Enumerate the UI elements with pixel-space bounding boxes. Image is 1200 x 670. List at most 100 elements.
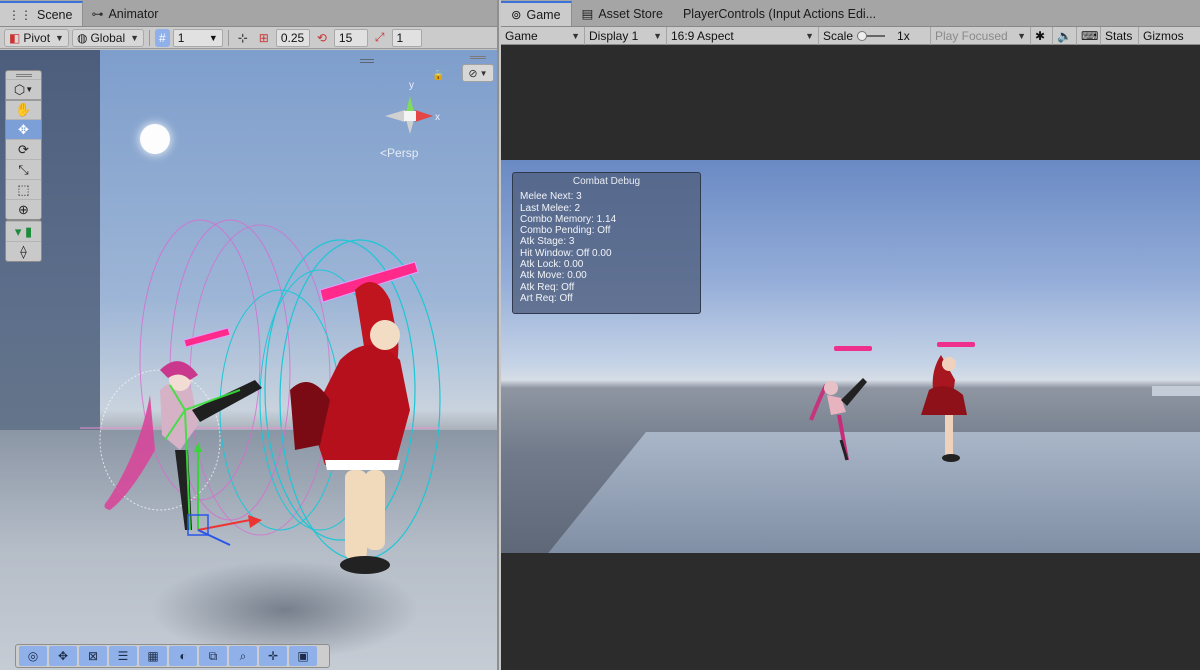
game-toolbar: Game ▼ Display 1 ▼ 16:9 Aspect ▼ Scale 1… — [501, 26, 1200, 45]
enemy-character — [921, 355, 967, 462]
scale-snap-icon[interactable]: ⤢ — [371, 29, 389, 47]
custom-tools: ▾ ▮ ⟠ — [5, 220, 42, 262]
tab-game[interactable]: ⊚ Game — [501, 1, 572, 26]
axis-y-label: y — [409, 80, 414, 91]
toolbar-grip[interactable] — [6, 71, 41, 79]
audio-icon[interactable]: 🔈 — [1053, 26, 1077, 45]
display-dropdown[interactable]: Display 1 ▼ — [585, 26, 667, 45]
custom-tool-button[interactable]: ▾ ▮ — [6, 221, 41, 241]
layers-icon[interactable]: ⧉ — [199, 646, 227, 666]
toolbar-grip[interactable] — [458, 52, 498, 62]
rotate-icon: ⟳ — [18, 141, 29, 157]
chevron-down-icon: ▼ — [55, 32, 64, 43]
rotate-snap-icon[interactable]: ⟲ — [313, 29, 331, 47]
stats-button[interactable]: Stats — [1101, 26, 1139, 45]
shading-icon[interactable]: ◐ — [169, 646, 197, 666]
gizmos-button[interactable]: Gizmos — [1139, 27, 1188, 45]
global-dropdown[interactable]: ◍ Global ▼ — [71, 28, 145, 47]
scale-slider-knob[interactable] — [857, 30, 868, 41]
game-mode-dropdown[interactable]: Game ▼ — [501, 26, 585, 45]
debug-line: Art Req: Off — [520, 292, 573, 304]
transform-tools: ⬡ ▼ ✋ ✥ ⟳ ⤡ ⬚ ⊕ — [5, 70, 42, 220]
debug-line: Atk Lock: 0.00 — [520, 259, 584, 271]
game-view[interactable]: Combat Debug Melee Next: 3 Last Melee: 2… — [501, 160, 1200, 553]
tab-player-controls[interactable]: PlayerControls (Input Actions Edi... — [673, 1, 886, 26]
move-icon[interactable]: ✥ — [49, 646, 77, 666]
chevron-down-icon: ▼ — [208, 32, 218, 43]
snap-icon: ⊹ — [237, 30, 248, 45]
rect-icon: ⬚ — [17, 181, 30, 197]
scale-slider-track[interactable] — [857, 30, 886, 41]
pivot-icon: ◧ — [9, 30, 21, 45]
orientation-gizmo[interactable]: y x — [375, 74, 445, 154]
pivot-dropdown[interactable]: ◧ Pivot ▼ — [4, 28, 69, 47]
compass-icon[interactable]: ◎ — [19, 646, 47, 666]
sliders-icon[interactable]: ☰ — [109, 646, 137, 666]
grid-toggle-button[interactable]: # — [155, 28, 170, 47]
bug-icon[interactable]: ✱ — [1031, 26, 1053, 45]
scene-viewport[interactable]: ⬡ ▼ ✋ ✥ ⟳ ⤡ ⬚ ⊕ ▾ ▮ ⟠ 🔒 y x <Persp ◎ ✥ ⊠… — [0, 50, 497, 670]
play-mode-dropdown[interactable]: Play Focused ▼ — [931, 26, 1031, 45]
pan-icon[interactable]: ✛ — [259, 646, 287, 666]
debug-line: Atk Move: 0.00 — [520, 270, 587, 282]
compass-dropdown[interactable]: ⊘ ▼ — [462, 64, 494, 82]
grid-icon: ⋮⋮ — [8, 7, 32, 22]
move-tool-button[interactable]: ✥ — [6, 119, 41, 139]
enemy-healthbar-right — [937, 342, 975, 347]
chevron-down-icon: ▼ — [653, 30, 662, 41]
scene-tabbar: ⋮⋮ Scene ⊶ Animator — [0, 0, 497, 27]
globe-icon: ◍ — [76, 30, 88, 45]
snap-toggle-button[interactable]: ⊹ — [234, 29, 252, 47]
animator-icon: ⊶ — [91, 6, 104, 21]
debug-line: Atk Stage: 3 — [520, 236, 575, 248]
divider — [149, 29, 151, 46]
divider — [227, 29, 229, 46]
camera-icon[interactable]: ▣ — [289, 646, 317, 666]
tab-animator[interactable]: ⊶ Animator — [83, 1, 168, 26]
chevron-down-icon: ▼ — [1017, 30, 1026, 41]
rect-tool-button[interactable]: ⬚ — [6, 179, 41, 199]
keyboard-icon[interactable]: ⌨ — [1077, 26, 1101, 45]
search-icon[interactable]: ⌕ — [229, 646, 257, 666]
axis-x-label: x — [435, 112, 440, 123]
moon-image — [140, 124, 170, 154]
enemy-healthbar-left — [834, 346, 872, 351]
debug-line: Hit Window: Off 0.00 — [520, 247, 612, 259]
projection-toggle[interactable]: <Persp — [380, 146, 418, 160]
grid-icon: # — [159, 30, 166, 45]
scene-panel: ⋮⋮ Scene ⊶ Animator ◧ Pivot ▼ ◍ Global ▼… — [0, 0, 499, 670]
view-cube-icon[interactable]: ⬡ ▼ — [6, 79, 41, 99]
wireframe-icon[interactable]: ▦ — [139, 646, 167, 666]
chevron-down-icon: ▼ — [479, 68, 488, 78]
scale-icon: ⤡ — [18, 161, 29, 177]
bone-tool-button[interactable]: ⟠ — [6, 241, 41, 261]
scale-tool-button[interactable]: ⤡ — [6, 159, 41, 179]
debug-line: Combo Pending: Off — [520, 225, 611, 237]
collider-icon: ▾ ▮ — [14, 223, 33, 239]
rotate-snap-field[interactable]: 15 — [333, 28, 368, 47]
navmesh-icon[interactable]: ⊠ — [79, 646, 107, 666]
game-distant-platform — [1152, 386, 1200, 396]
scene-side-overlay: ⊘ ▼ — [458, 52, 498, 82]
transform-tool-button[interactable]: ⊕ — [6, 199, 41, 219]
rotate-tool-button[interactable]: ⟳ — [6, 139, 41, 159]
player-character — [809, 378, 867, 461]
overlay-grip-icon[interactable] — [360, 58, 374, 64]
hand-icon: ✋ — [15, 102, 32, 117]
game-tabbar: ⊚ Game ▤ Asset Store PlayerControls (Inp… — [501, 0, 1200, 27]
tab-scene[interactable]: ⋮⋮ Scene — [0, 1, 84, 26]
bone-icon: ⟠ — [20, 243, 27, 259]
hand-tool-button[interactable]: ✋ — [6, 99, 41, 119]
debug-line: Combo Memory: 1.14 — [520, 213, 617, 225]
tab-asset-store[interactable]: ▤ Asset Store — [572, 1, 673, 26]
aspect-dropdown[interactable]: 16:9 Aspect ▼ — [667, 26, 819, 45]
scale-slider[interactable]: Scale 1x — [819, 26, 931, 45]
scene-characters[interactable] — [80, 210, 460, 590]
grid-size-field[interactable]: 1 ▼ — [172, 28, 223, 47]
scale-snap-field[interactable]: 1 — [391, 28, 422, 47]
increment-snap-icon[interactable]: ⊞ — [255, 29, 273, 47]
game-panel: ⊚ Game ▤ Asset Store PlayerControls (Inp… — [501, 0, 1200, 670]
chevron-down-icon: ▼ — [805, 30, 814, 41]
move-snap-field[interactable]: 0.25 — [275, 28, 310, 47]
scene-overlay-toolbar: ◎ ✥ ⊠ ☰ ▦ ◐ ⧉ ⌕ ✛ ▣ — [15, 644, 330, 668]
